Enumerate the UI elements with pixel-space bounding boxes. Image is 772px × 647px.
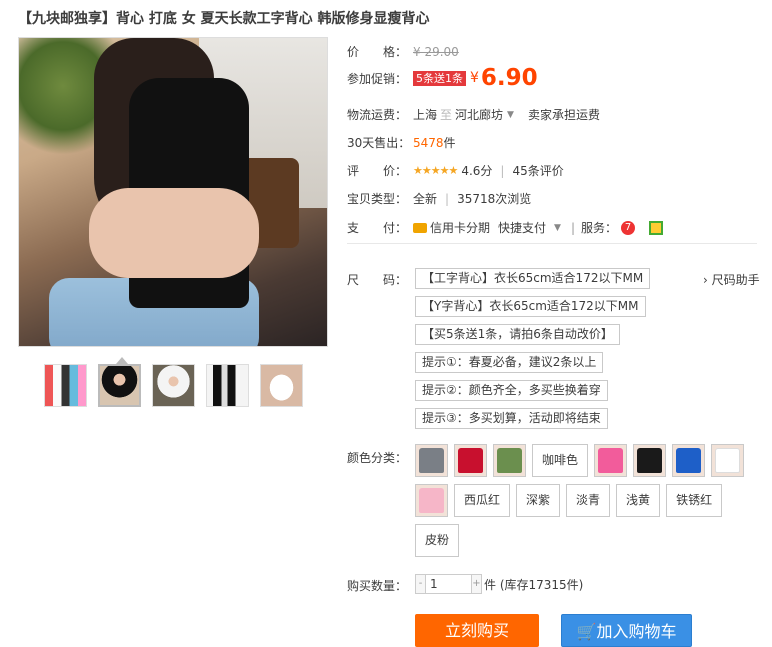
color-option[interactable]: 浅黄: [616, 484, 661, 517]
image-model-arms: [89, 188, 259, 278]
quantity-stepper: - 1 + 件 (库存17315件): [415, 574, 583, 594]
service-label: 服务：: [581, 221, 618, 235]
color-swatch-red[interactable]: [454, 444, 487, 477]
add-to-cart-label: 加入购物车: [596, 622, 677, 641]
credit-card-icon: [413, 222, 427, 233]
type-divider: |: [445, 191, 450, 206]
chevron-down-icon[interactable]: ▼: [554, 223, 561, 233]
type-row: 宝贝类型： 全新 | 35718次浏览: [347, 190, 531, 207]
shipping-row: 物流运费： 上海 至 河北廊坊 ▼ 卖家承担运费: [347, 106, 600, 123]
color-option[interactable]: 西瓜红: [454, 484, 511, 517]
type-label: 宝贝类型：: [347, 192, 408, 206]
payment-divider: |: [570, 220, 575, 235]
add-to-cart-button[interactable]: 🛒加入购物车: [561, 614, 692, 647]
size-helper-link[interactable]: › 尺码助手: [703, 271, 760, 288]
sales-unit: 件: [443, 136, 456, 150]
color-option[interactable]: 深紫: [516, 484, 561, 517]
view-count: 35718次浏览: [457, 192, 532, 206]
size-option[interactable]: 【买5条送1条，请拍6条自动改价】: [415, 324, 620, 345]
size-option[interactable]: 提示①：春夏必备，建议2条以上: [415, 352, 604, 373]
size-option[interactable]: 提示③：多买划算，活动即将结束: [415, 408, 608, 429]
tank-top-swatch: [458, 448, 483, 473]
thumbnail-strip: [44, 357, 303, 407]
color-swatch-green[interactable]: [493, 444, 526, 477]
color-label: 颜色分类：: [347, 451, 408, 465]
main-product-image: [18, 37, 328, 347]
tank-top-swatch: [419, 488, 444, 513]
payment-row: 支 付： 信用卡分期 快捷支付 ▼ | 服务： 7: [347, 219, 664, 236]
ship-sep: 至: [440, 108, 453, 122]
buy-now-button[interactable]: 立刻购买: [415, 614, 539, 647]
tank-top-swatch: [715, 448, 741, 473]
color-option[interactable]: 皮粉: [415, 524, 460, 557]
shipping-label: 物流运费：: [347, 108, 408, 122]
rating-label: 评 价：: [347, 164, 408, 178]
sales-label: 30天售出：: [347, 136, 411, 150]
quick-pay[interactable]: 快捷支付: [498, 219, 546, 236]
color-swatch-blue[interactable]: [672, 444, 706, 477]
section-divider: [347, 243, 757, 244]
original-price: ¥ 29.00: [413, 44, 459, 59]
payment-label: 支 付：: [347, 221, 408, 235]
thumbnail-3[interactable]: [152, 364, 195, 407]
tank-top-swatch: [676, 448, 702, 473]
ship-from: 上海: [413, 108, 438, 122]
price-row: 价 格： ¥ 29.00: [347, 43, 459, 60]
color-swatch-gray[interactable]: [415, 444, 448, 477]
size-option[interactable]: 提示②：颜色齐全，多买些换着穿: [415, 380, 608, 401]
product-title: 【九块邮独享】背心 打底 女 夏天长款工字背心 韩版修身显瘦背心: [18, 11, 430, 27]
cart-icon: 🛒: [576, 622, 597, 641]
size-option[interactable]: 【工字背心】衣长65cm适合172以下MM: [415, 268, 651, 289]
sales-row: 30天售出： 5478 件: [347, 134, 456, 151]
reviews-link[interactable]: 45条评价: [512, 162, 563, 179]
tank-top-swatch: [637, 448, 663, 473]
thumbnail-5[interactable]: [260, 364, 303, 407]
color-option[interactable]: 淡青: [566, 484, 611, 517]
color-option[interactable]: 铁锈红: [666, 484, 723, 517]
rating-row: 评 价： ★★★★★ 4.6分 | 45条评价: [347, 162, 564, 179]
star-rating-icon: ★★★★★: [413, 164, 458, 177]
rating-divider: |: [500, 163, 505, 178]
color-options: 咖啡色 西瓜红 深紫 淡青 浅黄 铁锈红 皮粉: [415, 444, 765, 557]
promo-label: 参加促销：: [347, 71, 408, 86]
thumbnail-4[interactable]: [206, 364, 249, 407]
quantity-plus-button[interactable]: +: [471, 574, 482, 594]
sales-count: 5478: [413, 135, 444, 150]
color-swatch-black[interactable]: [633, 444, 667, 477]
currency-symbol: ¥: [470, 70, 479, 86]
size-label: 尺 码：: [347, 273, 408, 287]
color-option[interactable]: 咖啡色: [532, 444, 589, 477]
tank-top-swatch: [419, 448, 444, 473]
thumbnail-1[interactable]: [44, 364, 87, 407]
ship-to[interactable]: 河北廊坊: [455, 106, 503, 123]
color-swatch-pink[interactable]: [594, 444, 628, 477]
quantity-minus-button[interactable]: -: [415, 574, 426, 594]
shipping-fee: 卖家承担运费: [527, 108, 600, 122]
thumbnail-2[interactable]: [98, 357, 141, 407]
chevron-down-icon[interactable]: ▼: [507, 110, 514, 120]
price-label: 价 格：: [347, 45, 408, 59]
tank-top-swatch: [497, 448, 522, 473]
credit-installment[interactable]: 信用卡分期: [430, 219, 490, 236]
stock-info: 件 (库存17315件): [484, 577, 584, 592]
tank-top-swatch: [598, 448, 624, 473]
size-options: 【工字背心】衣长65cm适合172以下MM 【Y字背心】衣长65cm适合172以…: [415, 268, 651, 429]
service-7day-icon[interactable]: 7: [621, 220, 636, 235]
rating-score: 4.6分: [461, 164, 493, 178]
promo-row: 参加促销： 5条送1条 ¥ 6.90: [347, 65, 538, 91]
size-option[interactable]: 【Y字背心】衣长65cm适合172以下MM: [415, 296, 646, 317]
quantity-label: 购买数量：: [347, 579, 408, 593]
quantity-input[interactable]: 1: [426, 574, 471, 594]
item-condition: 全新: [413, 192, 438, 206]
promo-tag: 5条送1条: [413, 70, 466, 86]
color-swatch-light-pink[interactable]: [415, 484, 448, 517]
color-swatch-white[interactable]: [711, 444, 745, 477]
service-guarantee-icon[interactable]: [649, 220, 664, 235]
promo-price: 6.90: [480, 65, 538, 91]
